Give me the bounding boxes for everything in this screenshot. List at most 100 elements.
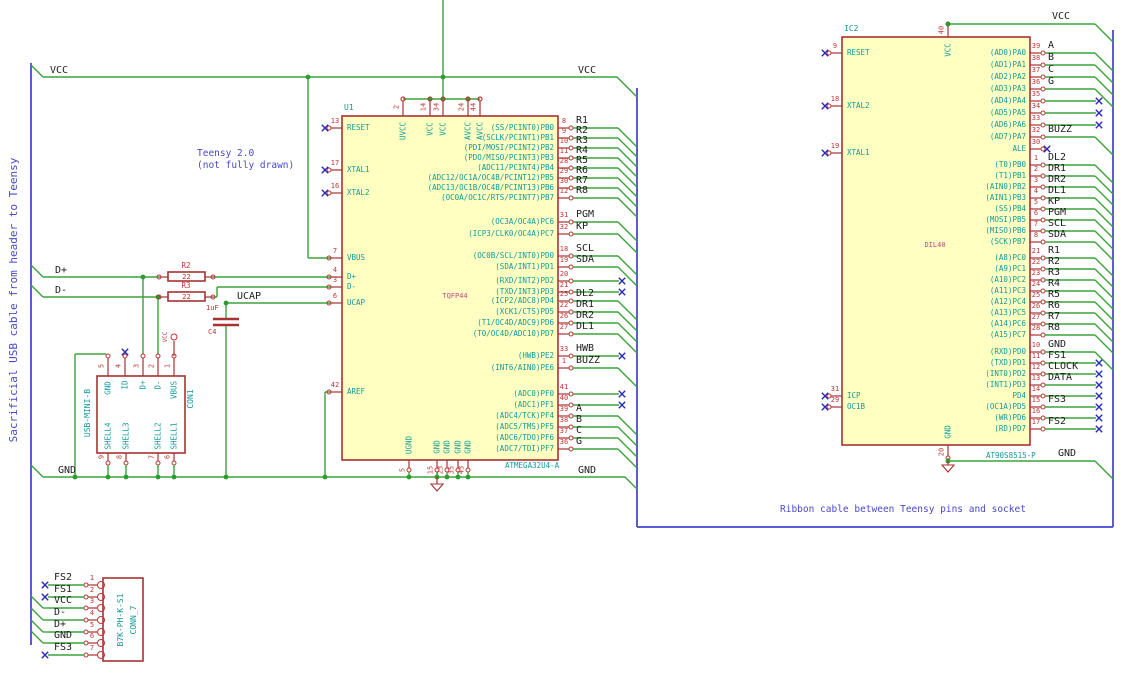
pin-number: 33	[559, 345, 569, 353]
net-label[interactable]: DATA	[1048, 373, 1072, 383]
net-label[interactable]: A	[1048, 41, 1054, 51]
net-label[interactable]: D+	[54, 620, 66, 630]
net-label[interactable]: SDA	[1048, 230, 1066, 240]
net-label[interactable]: GND	[1058, 449, 1076, 459]
wire	[30, 64, 44, 78]
net-label[interactable]: DR1	[1048, 164, 1066, 174]
pin-end-circle	[1040, 239, 1046, 245]
pin-name: (OC0A/OC1C/RTS/PCINT7)PB7	[441, 193, 554, 202]
net-label[interactable]: BUZZ	[1048, 125, 1072, 135]
pin-name: (MISO)PB6	[985, 226, 1026, 235]
net-label[interactable]: VCC	[1052, 12, 1070, 22]
pin-name: XTAL2	[847, 101, 870, 110]
net-label[interactable]: GND	[54, 631, 72, 641]
pin-name: (A12)PC4	[989, 297, 1026, 306]
pin-number: 15	[426, 465, 435, 475]
pin-number: 38	[559, 416, 569, 424]
net-label[interactable]: GND	[1048, 340, 1066, 350]
net-label[interactable]: D+	[55, 266, 67, 276]
net-label[interactable]: B	[576, 415, 582, 425]
net-label[interactable]: C	[576, 426, 582, 436]
pin-number: 26	[559, 312, 569, 320]
pin-number: 9	[97, 454, 106, 460]
net-label[interactable]: DR2	[1048, 175, 1066, 185]
net-label[interactable]: G	[576, 437, 582, 447]
pin-end-circle	[826, 150, 832, 156]
net-label[interactable]: D-	[55, 286, 67, 296]
net-label[interactable]: FS3	[54, 643, 72, 653]
pin-number: 14	[1031, 385, 1041, 393]
net-label[interactable]: D-	[54, 608, 66, 618]
pin-end-circle	[568, 195, 574, 201]
wire	[617, 415, 638, 436]
net-label[interactable]: VCC	[578, 66, 596, 76]
net-label[interactable]: FS1	[54, 585, 72, 595]
net-label[interactable]: FS1	[1048, 351, 1066, 361]
net-label[interactable]: R5	[1048, 290, 1060, 300]
net-label[interactable]: VCC	[54, 596, 72, 606]
net-label[interactable]: UCAP	[237, 292, 261, 302]
net-label[interactable]: R8	[1048, 323, 1060, 333]
conn7-value: B7K-PH-K-S1	[116, 593, 125, 647]
net-label[interactable]: KP	[576, 222, 588, 232]
pin-number: 5	[1033, 198, 1039, 206]
net-label[interactable]: SCL	[576, 244, 594, 254]
pin-end-circle	[1040, 217, 1046, 223]
wire	[1094, 334, 1114, 354]
net-label[interactable]: DL1	[1048, 186, 1066, 196]
net-label[interactable]: SCL	[1048, 219, 1066, 229]
net-label[interactable]: G	[1048, 77, 1054, 87]
net-label[interactable]: HWB	[576, 344, 594, 354]
net-label[interactable]: KP	[1048, 197, 1060, 207]
net-label[interactable]: R8	[576, 186, 588, 196]
net-label[interactable]: BUZZ	[576, 356, 600, 366]
pin-end-circle	[155, 460, 161, 466]
pin-number: 8	[561, 117, 567, 125]
no-connect-x-icon	[1095, 109, 1103, 117]
pin-name: (PDI/MOSI/PCINT2)PB2	[463, 143, 554, 152]
net-label[interactable]: B	[1048, 53, 1054, 63]
net-label[interactable]: R2	[1048, 257, 1060, 267]
net-label[interactable]: R7	[1048, 312, 1060, 322]
net-label[interactable]: R4	[1048, 279, 1060, 289]
net-label[interactable]: C	[1048, 65, 1054, 75]
pin-name: XTAL1	[347, 165, 370, 174]
net-label[interactable]: DR2	[576, 311, 594, 321]
net-label[interactable]: PGM	[1048, 208, 1066, 218]
pin-end-circle	[122, 353, 128, 359]
net-label[interactable]: A	[576, 404, 582, 414]
junction-dot	[440, 74, 446, 80]
pin-number: 21	[1031, 247, 1041, 255]
net-label[interactable]: GND	[578, 466, 596, 476]
net-label[interactable]: SDA	[576, 255, 594, 265]
pin-end-circle	[568, 353, 574, 359]
net-label[interactable]: R3	[1048, 268, 1060, 278]
net-label[interactable]: DR1	[576, 300, 594, 310]
net-label[interactable]: DL1	[576, 322, 594, 332]
pin-name: (TXD)PD1	[989, 358, 1026, 367]
net-label[interactable]: FS2	[54, 573, 72, 583]
wire	[1094, 186, 1114, 206]
pin-end-circle	[1040, 255, 1046, 261]
pin-end-circle	[568, 391, 574, 397]
net-label[interactable]: CLOCK	[1048, 362, 1078, 372]
pin-number: 14	[419, 102, 428, 112]
net-label[interactable]: DL2	[1048, 153, 1066, 163]
net-label[interactable]: FS2	[1048, 417, 1066, 427]
pin-number: 13	[330, 117, 340, 125]
net-label[interactable]: R6	[1048, 301, 1060, 311]
pin-number: 22	[559, 301, 569, 309]
wire	[617, 255, 638, 276]
net-label[interactable]: FS3	[1048, 395, 1066, 405]
net-label[interactable]: DL2	[576, 289, 594, 299]
net-label[interactable]: PGM	[576, 210, 594, 220]
pin-number: 39	[1031, 42, 1041, 50]
wire	[1094, 460, 1114, 480]
net-label[interactable]: R1	[1048, 246, 1060, 256]
net-label[interactable]: VCC	[50, 66, 68, 76]
pin-number: 43	[457, 465, 466, 475]
pin-name: (RXD/INT2)PD2	[495, 276, 554, 285]
pin-name: (AD0)PA0	[989, 48, 1026, 57]
net-label[interactable]: GND	[58, 466, 76, 476]
pin-number: 30	[559, 177, 569, 185]
